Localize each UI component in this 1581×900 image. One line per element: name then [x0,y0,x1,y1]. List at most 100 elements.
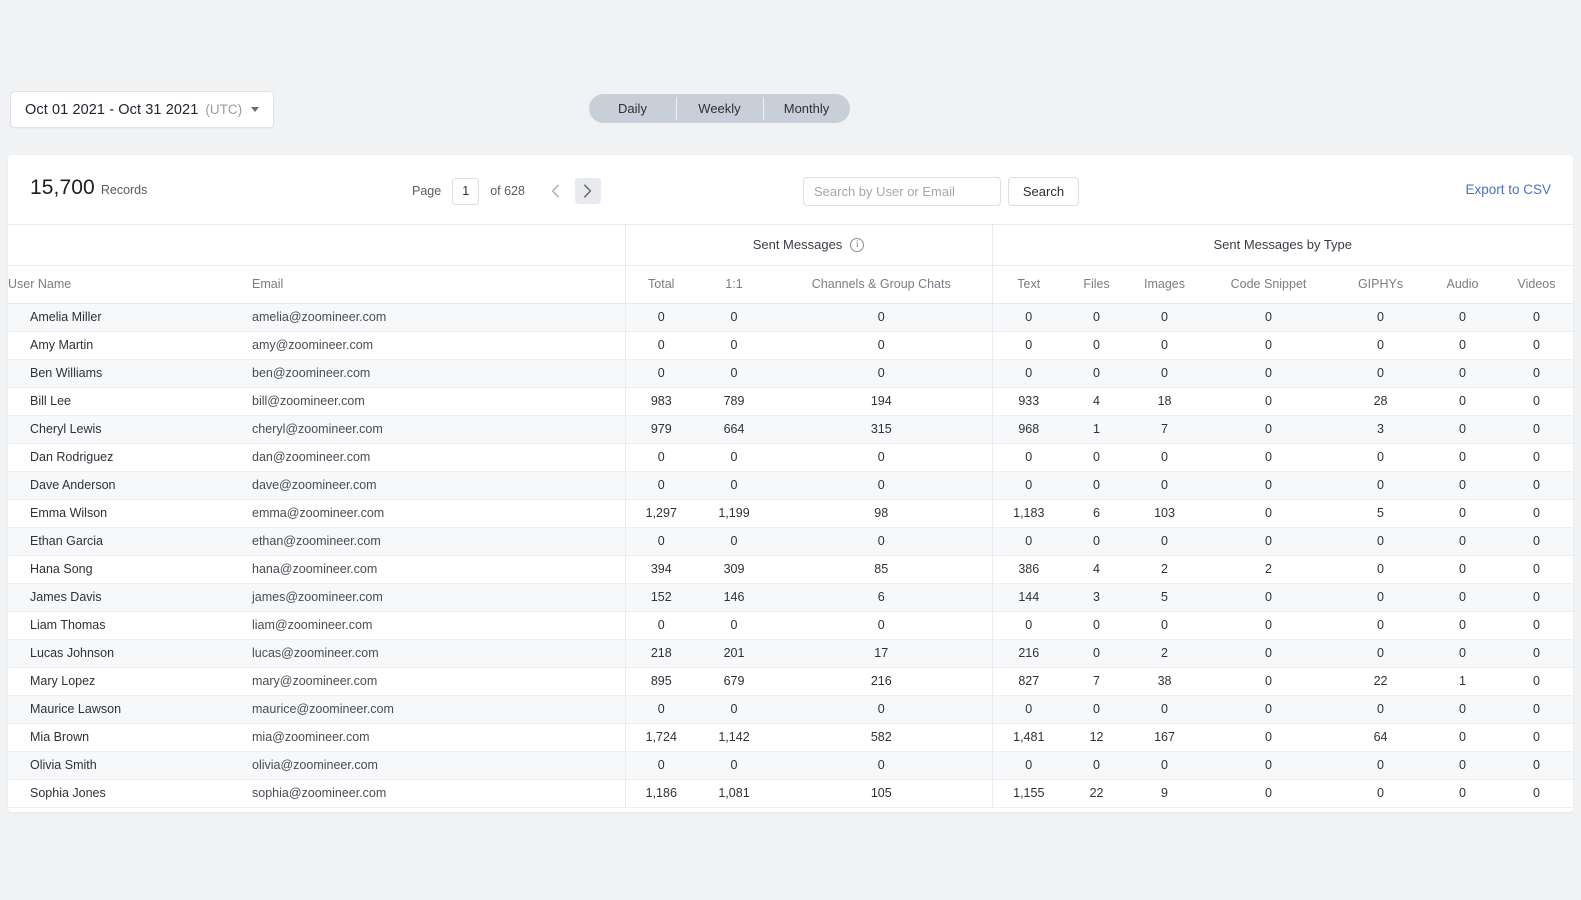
table-body: Amelia Milleramelia@zoomineer.com0000000… [8,303,1573,807]
table-row[interactable]: Hana Songhana@zoomineer.com3943098538642… [8,555,1573,583]
group-header-sent-messages-by-type-label: Sent Messages by Type [1214,237,1353,252]
cell-images: 7 [1128,415,1201,443]
cell-one-to-one: 309 [697,555,771,583]
cell-user-name: Dan Rodriguez [8,443,252,471]
cell-images: 0 [1128,527,1201,555]
cell-code-snippet: 0 [1201,639,1336,667]
cell-videos: 0 [1500,443,1573,471]
cell-giphys: 0 [1336,303,1425,331]
segment-daily[interactable]: Daily [589,94,676,123]
cell-files: 0 [1065,359,1128,387]
table-row[interactable]: James Davisjames@zoomineer.com1521466144… [8,583,1573,611]
cell-text: 968 [992,415,1065,443]
cell-email: sophia@zoomineer.com [252,779,625,807]
cell-images: 5 [1128,583,1201,611]
cell-total: 1,186 [625,779,697,807]
cell-one-to-one: 0 [697,303,771,331]
export-to-csv-link[interactable]: Export to CSV [1465,182,1551,197]
cell-videos: 0 [1500,527,1573,555]
cell-email: maurice@zoomineer.com [252,695,625,723]
table-row[interactable]: Maurice Lawsonmaurice@zoomineer.com00000… [8,695,1573,723]
cell-one-to-one: 1,081 [697,779,771,807]
table-row[interactable]: Lucas Johnsonlucas@zoomineer.com21820117… [8,639,1573,667]
cell-channels-group-chats: 105 [771,779,992,807]
cell-images: 0 [1128,471,1201,499]
cell-email: ethan@zoomineer.com [252,527,625,555]
date-range-picker[interactable]: Oct 01 2021 - Oct 31 2021 (UTC) [10,91,274,128]
column-header-total[interactable]: Total [625,265,697,303]
table-row[interactable]: Dave Andersondave@zoomineer.com000000000… [8,471,1573,499]
search-input[interactable] [803,177,1001,206]
cell-videos: 0 [1500,751,1573,779]
column-header-email[interactable]: Email [252,265,625,303]
period-segmented-control[interactable]: Daily Weekly Monthly [589,94,850,123]
cell-channels-group-chats: 0 [771,471,992,499]
cell-giphys: 28 [1336,387,1425,415]
cell-text: 144 [992,583,1065,611]
cell-files: 0 [1065,695,1128,723]
cell-total: 0 [625,359,697,387]
info-circle-icon[interactable]: i [850,238,864,252]
cell-email: liam@zoomineer.com [252,611,625,639]
search-button[interactable]: Search [1008,177,1079,206]
cell-email: bill@zoomineer.com [252,387,625,415]
column-header-videos[interactable]: Videos [1500,265,1573,303]
records-count: 15,700 [30,176,95,200]
cell-code-snippet: 0 [1201,303,1336,331]
cell-files: 22 [1065,779,1128,807]
table-row[interactable]: Cheryl Lewischeryl@zoomineer.com97966431… [8,415,1573,443]
segment-weekly[interactable]: Weekly [676,94,763,123]
page-total-label: of 628 [490,184,525,198]
cell-one-to-one: 0 [697,331,771,359]
column-header-code-snippet[interactable]: Code Snippet [1201,265,1336,303]
table-row[interactable]: Mia Brownmia@zoomineer.com1,7241,1425821… [8,723,1573,751]
column-header-images[interactable]: Images [1128,265,1201,303]
cell-code-snippet: 2 [1201,555,1336,583]
column-header-giphys[interactable]: GIPHYs [1336,265,1425,303]
table-row[interactable]: Liam Thomasliam@zoomineer.com0000000000 [8,611,1573,639]
cell-giphys: 0 [1336,779,1425,807]
segment-monthly[interactable]: Monthly [763,94,850,123]
column-header-audio[interactable]: Audio [1425,265,1500,303]
cell-audio: 0 [1425,359,1500,387]
cell-user-name: Amelia Miller [8,303,252,331]
cell-total: 0 [625,751,697,779]
column-header-channels-group-chats[interactable]: Channels & Group Chats [771,265,992,303]
cell-total: 983 [625,387,697,415]
cell-email: amy@zoomineer.com [252,331,625,359]
table-row[interactable]: Emma Wilsonemma@zoomineer.com1,2971,1999… [8,499,1573,527]
table-row[interactable]: Sophia Jonessophia@zoomineer.com1,1861,0… [8,779,1573,807]
table-row[interactable]: Amelia Milleramelia@zoomineer.com0000000… [8,303,1573,331]
cell-audio: 1 [1425,667,1500,695]
cell-giphys: 0 [1336,443,1425,471]
cell-files: 1 [1065,415,1128,443]
column-header-user-name[interactable]: User Name [8,265,252,303]
column-header-one-to-one[interactable]: 1:1 [697,265,771,303]
table-row[interactable]: Ethan Garciaethan@zoomineer.com000000000… [8,527,1573,555]
cell-user-name: Ethan Garcia [8,527,252,555]
cell-channels-group-chats: 85 [771,555,992,583]
page-number-input[interactable] [452,178,479,205]
table-row[interactable]: Dan Rodriguezdan@zoomineer.com0000000000 [8,443,1573,471]
chevron-right-icon [583,184,592,198]
cell-email: amelia@zoomineer.com [252,303,625,331]
search-area: Search [803,177,1079,206]
column-header-files[interactable]: Files [1065,265,1128,303]
cell-one-to-one: 146 [697,583,771,611]
cell-images: 2 [1128,555,1201,583]
table-row[interactable]: Bill Leebill@zoomineer.com98378919493341… [8,387,1573,415]
next-page-button[interactable] [575,178,601,204]
cell-videos: 0 [1500,303,1573,331]
cell-text: 933 [992,387,1065,415]
previous-page-button[interactable] [543,178,569,204]
column-header-text[interactable]: Text [992,265,1065,303]
cell-email: ben@zoomineer.com [252,359,625,387]
table-row[interactable]: Ben Williamsben@zoomineer.com0000000000 [8,359,1573,387]
cell-audio: 0 [1425,387,1500,415]
cell-text: 1,481 [992,723,1065,751]
table-row[interactable]: Amy Martinamy@zoomineer.com0000000000 [8,331,1573,359]
table-row[interactable]: Mary Lopezmary@zoomineer.com895679216827… [8,667,1573,695]
cell-channels-group-chats: 0 [771,695,992,723]
table-row[interactable]: Olivia Smitholivia@zoomineer.com00000000… [8,751,1573,779]
timezone-label: (UTC) [205,102,242,117]
